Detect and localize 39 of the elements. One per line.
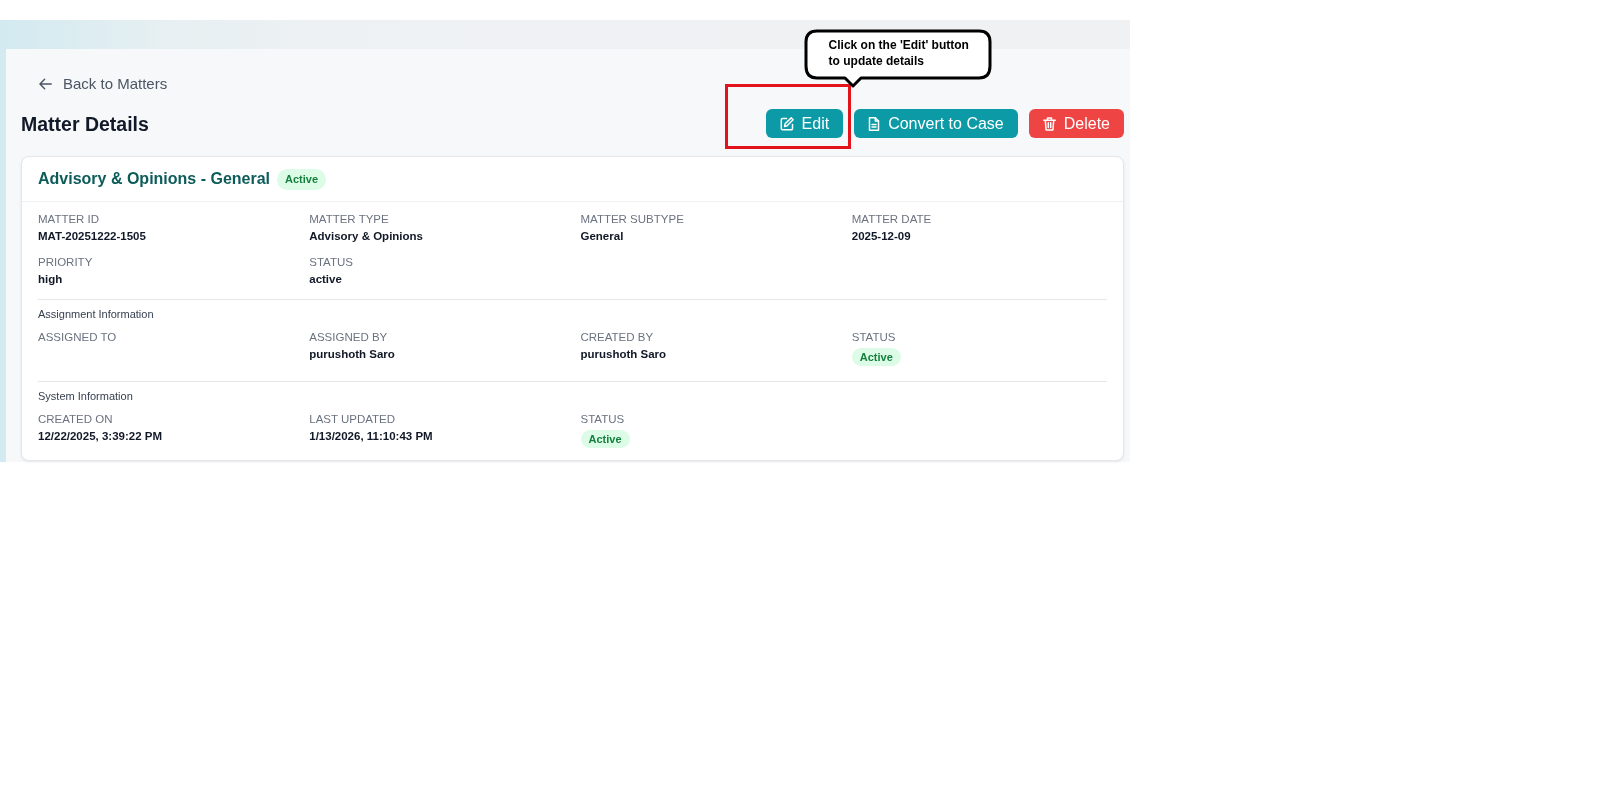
- field-value: General: [580, 229, 625, 243]
- field-label: PRIORITY: [38, 255, 94, 269]
- section-heading: Assignment Information: [38, 307, 155, 321]
- arrow-left-icon: [39, 78, 52, 90]
- field-label: MATTER DATE: [851, 212, 933, 226]
- status-badge: Active: [580, 430, 630, 448]
- field-label: MATTER SUBTYPE: [580, 212, 685, 226]
- field-value: 1/13/2026, 11:10:43 PM: [309, 429, 434, 443]
- field-label: CREATED BY: [580, 330, 655, 344]
- field-label: LAST UPDATED: [309, 412, 397, 426]
- field-value: purushoth Saro: [580, 347, 668, 361]
- back-link[interactable]: Back to Matters: [39, 74, 168, 94]
- field-value: 2025-12-09: [851, 229, 912, 243]
- field-value: high: [38, 272, 64, 286]
- field-value: 12/22/2025, 3:39:22 PM: [38, 429, 164, 443]
- field-label: STATUS: [580, 412, 626, 426]
- edit-button[interactable]: Edit: [765, 109, 844, 138]
- field-value: active: [309, 272, 343, 286]
- status-badge: Active: [277, 168, 327, 190]
- callout-text: Click on the 'Edit' button to update details: [828, 37, 970, 69]
- field-label: STATUS: [309, 255, 354, 269]
- field-label: STATUS: [851, 330, 897, 344]
- field-label: ASSIGNED BY: [309, 330, 389, 344]
- matter-title: Advisory & Opinions - General: [38, 169, 271, 189]
- convert-button[interactable]: Convert to Case: [854, 109, 1018, 138]
- section-heading: System Information: [38, 389, 134, 403]
- field-label: MATTER TYPE: [309, 212, 390, 226]
- page-title: Matter Details: [21, 111, 149, 136]
- field-value: MAT-20251222-1505: [38, 229, 147, 243]
- pencil-square-icon: [779, 116, 794, 131]
- field-value: purushoth Saro: [309, 347, 396, 361]
- status-badge: Active: [851, 348, 901, 366]
- document-icon: [868, 116, 881, 131]
- field-label: CREATED ON: [38, 412, 114, 426]
- trash-icon: [1042, 116, 1056, 131]
- field-label: MATTER ID: [38, 212, 101, 226]
- field-value: Advisory & Opinions: [309, 229, 424, 243]
- field-label: ASSIGNED TO: [38, 330, 118, 344]
- delete-button[interactable]: Delete: [1028, 109, 1124, 138]
